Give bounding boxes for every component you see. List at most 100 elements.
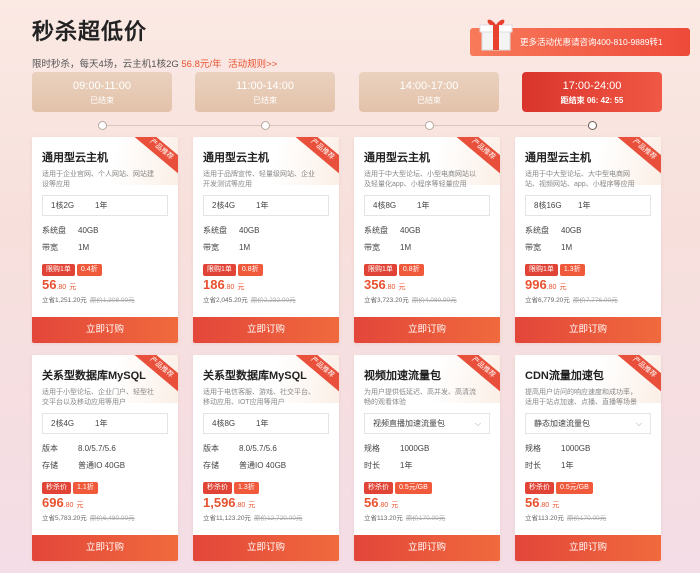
spec-val: 普通IO 40GB bbox=[239, 461, 287, 470]
product-card: 产品推荐 关系型数据库MySQL 适用于小型论坛、企业门户、轻型社交平台以及移动… bbox=[32, 355, 178, 561]
discount-tag: 1.3折 bbox=[234, 482, 259, 494]
product-card: 产品推荐 通用型云主机 适用于中大型论坛、大中型电商网站、视频网站、app、小程… bbox=[515, 137, 661, 343]
spec-value: 静态加速流量包 bbox=[534, 419, 590, 428]
buy-now-button[interactable]: 立即订购 bbox=[193, 535, 339, 561]
price-decimal: .80 bbox=[378, 502, 389, 509]
page-title: 秒杀超低价 bbox=[32, 19, 148, 44]
product-description: 适用于中大型论坛、小型电商网站以及轻量化app、小程序等轻量应用 bbox=[364, 171, 476, 188]
timeline-dot bbox=[98, 121, 107, 130]
card-header: 产品推荐 视频加速流量包 为用户提供低延迟、高并发、高清流畅的观看体验 bbox=[354, 355, 500, 406]
discount-tag: 1.1折 bbox=[73, 482, 98, 494]
price-unit: 元 bbox=[248, 502, 256, 509]
saving-info: 立省11,123.20元 原价12,720.00元 bbox=[193, 512, 339, 524]
price-integer: 56 bbox=[525, 495, 540, 510]
chevron-down-icon: ⌵ bbox=[474, 419, 481, 428]
spec-selector[interactable]: 4核8G 1年 bbox=[203, 413, 329, 434]
session-timeline: 09:00-11:00 已结束 11:00-14:00 已结束 14:00-17… bbox=[32, 72, 662, 132]
spec-selector[interactable]: 视频直播加速流量包 ⌵ bbox=[364, 413, 490, 434]
spec-row: 版本 8.0/5.7/5.6 bbox=[203, 440, 329, 457]
rules-link[interactable]: 活动规则>> bbox=[228, 59, 277, 70]
spec-rows: 系统盘 40GB 带宽 1M bbox=[515, 216, 661, 256]
price-unit: 元 bbox=[559, 284, 567, 291]
spec-key: 带宽 bbox=[42, 243, 58, 252]
spec-value: 2核4G bbox=[212, 201, 236, 210]
tag-group: 限购1单 0.8折 bbox=[354, 256, 500, 276]
product-title: 通用型云主机 bbox=[42, 152, 108, 164]
tag-group: 秒杀价 1.1折 bbox=[32, 474, 178, 494]
discount-tag: 0.4折 bbox=[76, 264, 102, 276]
product-card: 产品推荐 通用型云主机 适用于企业官网、个人网站、网站建设等应用 1核2G 1年… bbox=[32, 137, 178, 343]
card-header: 产品推荐 通用型云主机 适用于品牌宣传、轻量级网站、企业开发测试等应用 bbox=[193, 137, 339, 188]
subtitle-text: 限时秒杀，每天4场，云主机1核2G bbox=[32, 59, 182, 70]
product-description: 适用于电信客服、游戏、社交平台、移动应用、IOT应用等用户 bbox=[203, 389, 315, 406]
spec-val: 40GB bbox=[561, 226, 582, 235]
spec-selector[interactable]: 1核2G 1年 bbox=[42, 195, 168, 216]
price-unit: 元 bbox=[398, 284, 406, 291]
price: 1,596.80 元 bbox=[193, 492, 339, 512]
session-tab-1[interactable]: 09:00-11:00 已结束 bbox=[32, 72, 172, 112]
spec-value: 4核8G bbox=[212, 419, 236, 428]
tag-group: 限购1单 0.4折 bbox=[32, 256, 178, 276]
price-integer: 56 bbox=[42, 277, 57, 292]
spec-row: 系统盘 40GB bbox=[364, 222, 490, 239]
session-time: 09:00-11:00 bbox=[73, 80, 131, 92]
spec-key: 带宽 bbox=[525, 243, 541, 252]
spec-key: 规格 bbox=[525, 444, 541, 453]
spec-val: 1M bbox=[239, 243, 251, 252]
product-card: 产品推荐 通用型云主机 适用于品牌宣传、轻量级网站、企业开发测试等应用 2核4G… bbox=[193, 137, 339, 343]
spec-key: 系统盘 bbox=[42, 226, 66, 235]
buy-now-button[interactable]: 立即订购 bbox=[32, 317, 178, 343]
price-integer: 356 bbox=[364, 277, 386, 292]
card-header: 产品推荐 通用型云主机 适用于中大型论坛、小型电商网站以及轻量化app、小程序等… bbox=[354, 137, 500, 188]
original-price: 原价6,480.00元 bbox=[89, 515, 135, 522]
price-integer: 1,596 bbox=[203, 495, 236, 510]
session-tab-3[interactable]: 14:00-17:00 已结束 bbox=[359, 72, 499, 112]
spec-key: 系统盘 bbox=[203, 226, 227, 235]
spec-selector[interactable]: 4核8G 1年 bbox=[364, 195, 490, 216]
spec-key: 存储 bbox=[42, 461, 58, 470]
session-tab-2[interactable]: 11:00-14:00 已结束 bbox=[195, 72, 335, 112]
spec-rows: 规格 1000GB 时长 1年 bbox=[354, 434, 500, 474]
spec-row: 存储 普通IO 40GB bbox=[203, 457, 329, 474]
price-unit: 元 bbox=[391, 502, 399, 509]
product-title: 通用型云主机 bbox=[364, 152, 430, 164]
spec-value: 4核8G bbox=[373, 201, 397, 210]
price: 186.80 元 bbox=[193, 274, 339, 294]
spec-val: 40GB bbox=[400, 226, 421, 235]
spec-selector[interactable]: 2核4G 1年 bbox=[203, 195, 329, 216]
session-time: 11:00-14:00 bbox=[236, 80, 294, 92]
buy-now-button[interactable]: 立即订购 bbox=[354, 535, 500, 561]
spec-val: 1000GB bbox=[400, 444, 430, 453]
session-tab-4[interactable]: 17:00-24:00 距结束 06: 42: 55 bbox=[522, 72, 662, 112]
spec-val: 1年 bbox=[400, 461, 413, 470]
limit-tag: 限购1单 bbox=[203, 264, 236, 276]
tag-group: 限购1单 1.3折 bbox=[515, 256, 661, 276]
card-header: 产品推荐 通用型云主机 适用于企业官网、个人网站、网站建设等应用 bbox=[32, 137, 178, 188]
spec-key: 时长 bbox=[525, 461, 541, 470]
buy-now-button[interactable]: 立即订购 bbox=[515, 317, 661, 343]
buy-now-button[interactable]: 立即订购 bbox=[32, 535, 178, 561]
buy-now-button[interactable]: 立即订购 bbox=[515, 535, 661, 561]
spec-key: 版本 bbox=[203, 444, 219, 453]
session-countdown: 距结束 06: 42: 55 bbox=[560, 96, 624, 105]
timeline-dot bbox=[261, 121, 270, 130]
buy-now-button[interactable]: 立即订购 bbox=[193, 317, 339, 343]
session-status: 已结束 bbox=[253, 96, 277, 105]
spec-selector[interactable]: 2核4G 1年 bbox=[42, 413, 168, 434]
spec-val: 1年 bbox=[561, 461, 574, 470]
spec-value: 1核2G bbox=[51, 201, 75, 210]
tag-group: 限购1单 0.8折 bbox=[193, 256, 339, 276]
spec-val: 40GB bbox=[239, 226, 260, 235]
spec-rows: 系统盘 40GB 带宽 1M bbox=[32, 216, 178, 256]
spec-selector[interactable]: 静态加速流量包 ⌵ bbox=[525, 413, 651, 434]
original-price: 原价170.00元 bbox=[566, 515, 607, 522]
promo-banner[interactable]: 更多活动优惠请咨询400-810-9889转1 bbox=[470, 19, 690, 56]
spec-val: 40GB bbox=[78, 226, 99, 235]
buy-now-button[interactable]: 立即订购 bbox=[354, 317, 500, 343]
duration-value: 1年 bbox=[95, 419, 108, 428]
duration-value: 1年 bbox=[578, 201, 591, 210]
spec-selector[interactable]: 8核16G 1年 bbox=[525, 195, 651, 216]
spec-row: 存储 普通IO 40GB bbox=[42, 457, 168, 474]
product-description: 适用于小型论坛、企业门户、轻型社交平台以及移动应用等用户 bbox=[42, 389, 154, 406]
product-title: 关系型数据库MySQL bbox=[203, 370, 307, 382]
